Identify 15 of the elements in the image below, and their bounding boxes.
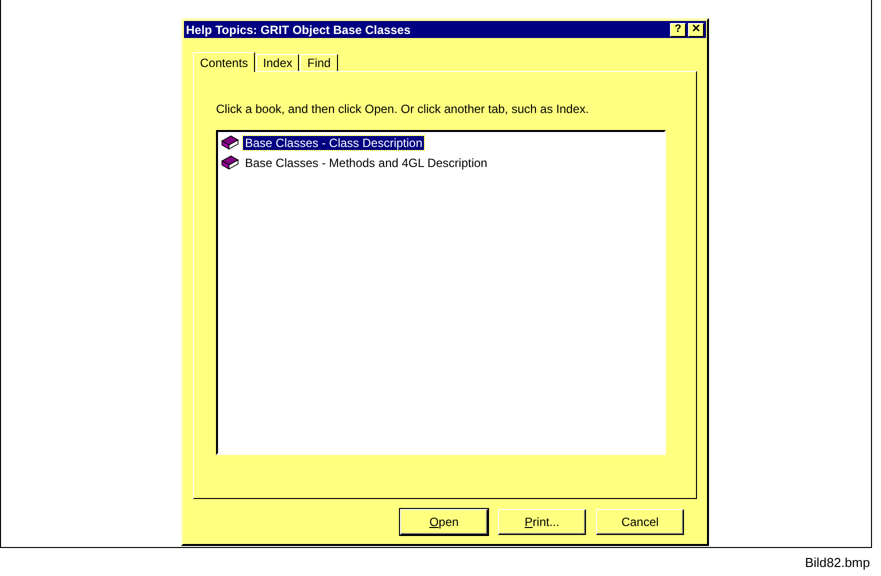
instruction-text: Click a book, and then click Open. Or click another tab, such as Index. (216, 102, 590, 116)
dialog-button[interactable]: Open (400, 509, 488, 535)
tab[interactable]: Find (300, 54, 338, 71)
dialog-button[interactable]: Print... (498, 509, 586, 535)
book-icon (220, 135, 240, 151)
window-title: Help Topics: GRIT Object Base Classes (186, 22, 412, 36)
close-button[interactable]: ✕ (688, 22, 704, 36)
book-icon (220, 155, 240, 171)
book-item[interactable]: Base Classes - Methods and 4GL Description (243, 156, 490, 170)
dialog-button[interactable]: Cancel (596, 509, 684, 535)
book-item[interactable]: Base Classes - Class Description (243, 136, 424, 150)
help-button[interactable]: ? (670, 22, 686, 36)
tab[interactable]: Index (256, 54, 300, 71)
figure-caption: Bild82.bmp (804, 555, 870, 570)
tab[interactable]: Contents (193, 52, 256, 72)
